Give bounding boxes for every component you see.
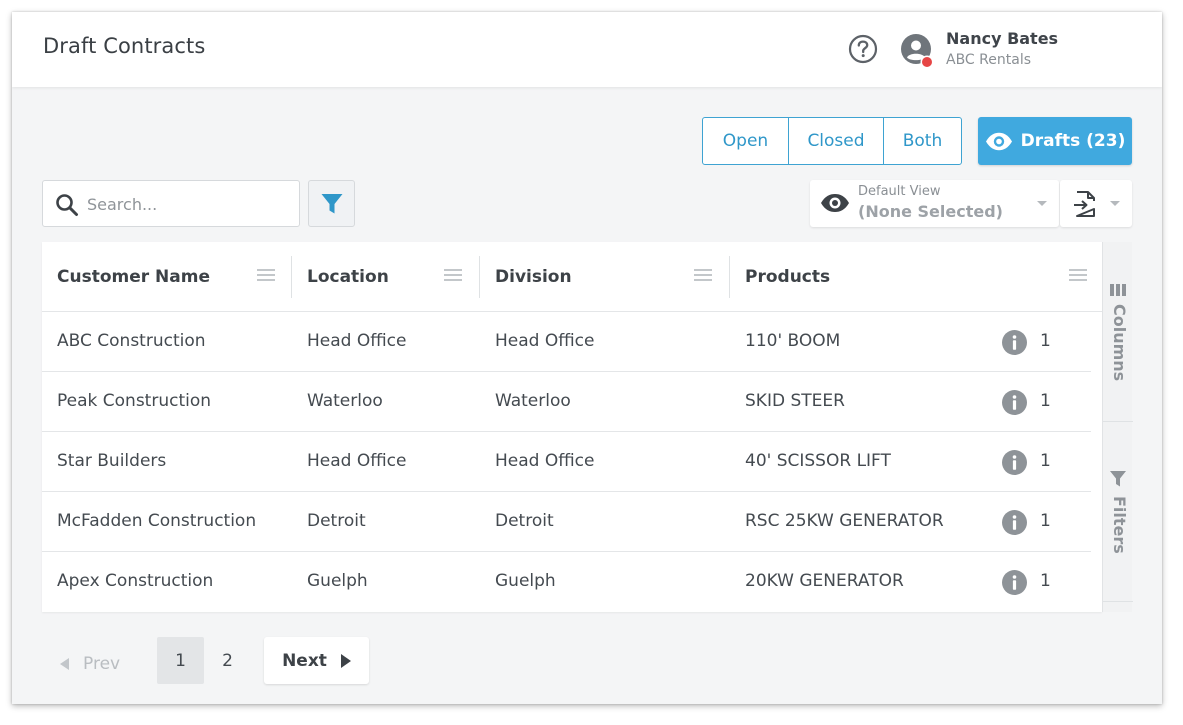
export-button[interactable] bbox=[1060, 180, 1132, 227]
product-quantity: 1 bbox=[1040, 391, 1051, 411]
column-header-division[interactable]: Division bbox=[480, 242, 730, 312]
cell-product: RSC 25KW GENERATOR bbox=[745, 511, 944, 531]
product-quantity: 1 bbox=[1040, 331, 1051, 351]
columns-tab-label: Columns bbox=[1110, 304, 1129, 382]
page-1-button[interactable]: 1 bbox=[157, 637, 204, 684]
cell-product: SKID STEER bbox=[745, 391, 845, 411]
info-icon[interactable] bbox=[1002, 450, 1027, 475]
cell-location: Detroit bbox=[307, 511, 366, 531]
search-box bbox=[42, 180, 300, 227]
cell-location: Guelph bbox=[307, 571, 368, 591]
eye-icon bbox=[985, 132, 1012, 150]
column-header-label: Customer Name bbox=[57, 267, 210, 287]
filters-tab-label: Filters bbox=[1110, 496, 1129, 554]
closed-toggle-button[interactable]: Closed bbox=[788, 118, 883, 164]
filters-tab[interactable]: Filters bbox=[1103, 422, 1133, 602]
file-export-icon bbox=[1074, 191, 1095, 217]
page-2-button[interactable]: 2 bbox=[204, 637, 251, 684]
column-menu-icon[interactable] bbox=[1069, 269, 1087, 283]
chevron-down-icon bbox=[1110, 201, 1120, 206]
info-icon[interactable] bbox=[1002, 510, 1027, 535]
user-avatar-icon[interactable] bbox=[901, 34, 935, 70]
column-menu-icon[interactable] bbox=[444, 269, 462, 283]
contract-status-toggle: Open Closed Both bbox=[702, 117, 962, 165]
page-title: Draft Contracts bbox=[43, 34, 206, 58]
cell-location: Waterloo bbox=[307, 391, 383, 411]
info-icon[interactable] bbox=[1002, 390, 1027, 415]
user-name: Nancy Bates bbox=[946, 29, 1059, 48]
cell-product: 110' BOOM bbox=[745, 331, 841, 351]
cell-location: Head Office bbox=[307, 451, 407, 471]
help-icon[interactable] bbox=[848, 34, 878, 64]
cell-product: 20KW GENERATOR bbox=[745, 571, 904, 591]
table-header: Customer Name Location Division Products bbox=[42, 242, 1102, 312]
chevron-down-icon bbox=[1037, 201, 1047, 206]
cell-division: Head Office bbox=[495, 451, 595, 471]
cell-customer-name: McFadden Construction bbox=[57, 511, 257, 531]
cell-product: 40' SCISSOR LIFT bbox=[745, 451, 891, 471]
table-row[interactable]: Star Builders Head Office Head Office 40… bbox=[42, 432, 1091, 492]
view-selector[interactable]: Default View (None Selected) bbox=[810, 180, 1059, 227]
product-quantity: 1 bbox=[1040, 571, 1051, 591]
contracts-table: Customer Name Location Division Products… bbox=[42, 242, 1102, 612]
cell-division: Guelph bbox=[495, 571, 556, 591]
funnel-icon bbox=[1110, 471, 1126, 487]
product-quantity: 1 bbox=[1040, 451, 1051, 471]
status-dot bbox=[922, 57, 932, 67]
table-row[interactable]: McFadden Construction Detroit Detroit RS… bbox=[42, 492, 1091, 552]
view-selector-value: (None Selected) bbox=[858, 202, 1003, 221]
side-tool-panel: Columns Filters bbox=[1102, 242, 1133, 612]
prev-label: Prev bbox=[83, 654, 121, 674]
search-icon bbox=[56, 194, 78, 216]
open-toggle-button[interactable]: Open bbox=[703, 118, 788, 164]
app-window: Draft Contracts Nancy Bates ABC Rentals … bbox=[12, 12, 1162, 704]
table-row[interactable]: Apex Construction Guelph Guelph 20KW GEN… bbox=[42, 552, 1091, 612]
columns-icon bbox=[1110, 284, 1126, 296]
cell-division: Detroit bbox=[495, 511, 554, 531]
info-icon[interactable] bbox=[1002, 330, 1027, 355]
cell-location: Head Office bbox=[307, 331, 407, 351]
column-header-products[interactable]: Products bbox=[730, 242, 1090, 312]
prev-page-button[interactable]: Prev bbox=[60, 649, 120, 679]
next-label: Next bbox=[282, 650, 327, 671]
cell-division: Waterloo bbox=[495, 391, 571, 411]
product-quantity: 1 bbox=[1040, 511, 1051, 531]
column-header-label: Products bbox=[745, 267, 831, 287]
info-icon[interactable] bbox=[1002, 570, 1027, 595]
column-header-location[interactable]: Location bbox=[292, 242, 480, 312]
column-header-customer-name[interactable]: Customer Name bbox=[42, 242, 292, 312]
table-row[interactable]: Peak Construction Waterloo Waterloo SKID… bbox=[42, 372, 1091, 432]
next-page-button[interactable]: Next bbox=[264, 637, 369, 684]
drafts-button[interactable]: Drafts (23) bbox=[978, 117, 1132, 165]
drafts-button-label: Drafts (23) bbox=[1020, 131, 1126, 151]
column-header-label: Division bbox=[495, 267, 572, 287]
search-input[interactable] bbox=[87, 189, 292, 219]
view-selector-label: Default View bbox=[858, 184, 941, 199]
cell-customer-name: Peak Construction bbox=[57, 391, 212, 411]
columns-tab[interactable]: Columns bbox=[1103, 242, 1133, 422]
both-toggle-button[interactable]: Both bbox=[883, 118, 961, 164]
caret-right-icon bbox=[340, 653, 351, 668]
caret-left-icon bbox=[60, 658, 69, 670]
user-company: ABC Rentals bbox=[946, 52, 1031, 68]
cell-customer-name: Star Builders bbox=[57, 451, 167, 471]
app-header: Draft Contracts Nancy Bates ABC Rentals bbox=[12, 12, 1162, 87]
cell-division: Head Office bbox=[495, 331, 595, 351]
eye-icon bbox=[821, 194, 849, 212]
column-header-label: Location bbox=[307, 267, 389, 287]
cell-customer-name: ABC Construction bbox=[57, 331, 206, 351]
table-row[interactable]: ABC Construction Head Office Head Office… bbox=[42, 312, 1091, 372]
cell-customer-name: Apex Construction bbox=[57, 571, 214, 591]
filter-button[interactable] bbox=[308, 180, 355, 227]
funnel-icon bbox=[321, 193, 342, 213]
column-menu-icon[interactable] bbox=[257, 269, 275, 283]
column-menu-icon[interactable] bbox=[694, 269, 712, 283]
